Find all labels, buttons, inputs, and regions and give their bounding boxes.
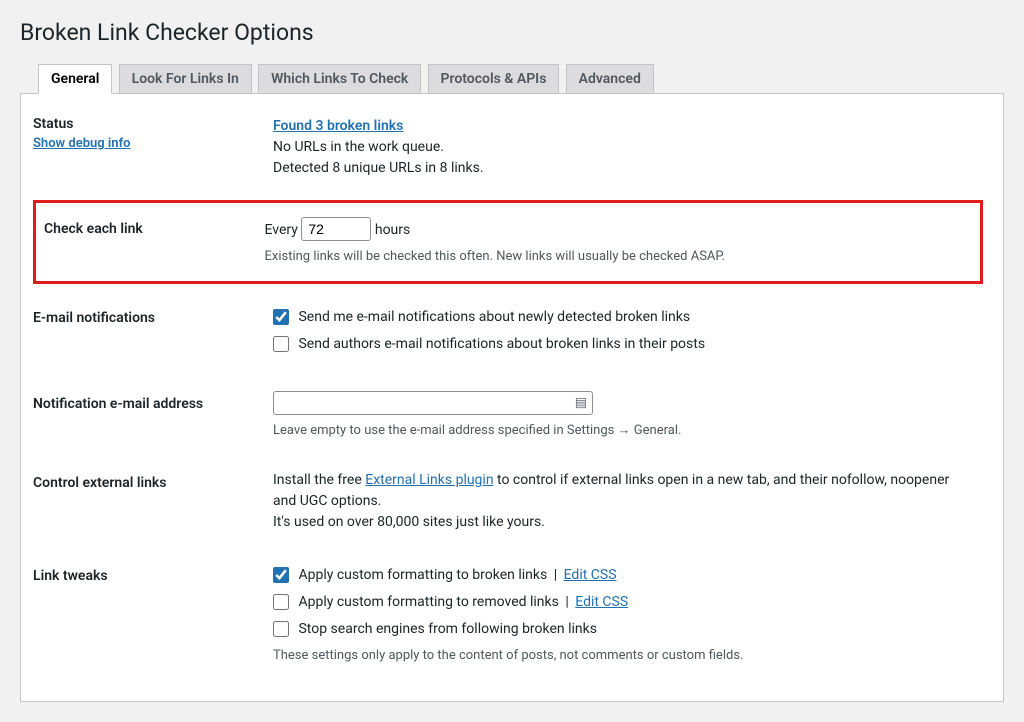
queue-status-text: No URLs in the work queue. (273, 139, 444, 155)
show-debug-info-link[interactable]: Show debug info (33, 136, 131, 151)
notification-email-input[interactable] (273, 391, 593, 415)
tab-protocols-apis[interactable]: Protocols & APIs (428, 64, 560, 93)
tab-which-links-to-check[interactable]: Which Links To Check (258, 64, 421, 93)
external-links-pre: Install the free (273, 472, 365, 488)
stop-search-engines-checkbox[interactable] (273, 621, 289, 637)
notify-authors-checkbox[interactable] (273, 336, 289, 352)
check-each-link-heading: Check each link (35, 202, 265, 283)
stop-search-engines-label: Stop search engines from following broke… (298, 621, 596, 637)
tab-content: Status Show debug info Found 3 broken li… (20, 94, 1004, 702)
notify-me-label: Send me e-mail notifications about newly… (298, 309, 690, 325)
link-tweaks-desc: These settings only apply to the content… (273, 646, 973, 666)
separator: | (554, 567, 557, 583)
tab-advanced[interactable]: Advanced (566, 64, 654, 93)
tab-bar: General Look For Links In Which Links To… (20, 64, 1004, 94)
broken-links-formatting-label: Apply custom formatting to broken links (298, 567, 547, 583)
notify-authors-label: Send authors e-mail notifications about … (298, 336, 705, 352)
link-tweaks-heading: Link tweaks (33, 548, 263, 681)
tab-general[interactable]: General (38, 64, 112, 94)
removed-links-formatting-label: Apply custom formatting to removed links (298, 594, 558, 610)
found-broken-links-link[interactable]: Found 3 broken links (273, 118, 403, 134)
notification-email-heading: Notification e-mail address (33, 376, 263, 456)
check-interval-prefix: Every (265, 222, 298, 238)
edit-css-removed-link[interactable]: Edit CSS (575, 594, 628, 610)
control-external-links-heading: Control external links (33, 455, 263, 548)
detected-urls-text: Detected 8 unique URLs in 8 links. (273, 160, 484, 176)
page-title: Broken Link Checker Options (20, 10, 1004, 50)
tab-look-for-links-in[interactable]: Look For Links In (119, 64, 252, 93)
status-heading: Status (33, 116, 73, 132)
broken-links-formatting-checkbox[interactable] (273, 567, 289, 583)
removed-links-formatting-checkbox[interactable] (273, 594, 289, 610)
check-interval-desc: Existing links will be checked this ofte… (265, 247, 971, 267)
email-notifications-heading: E-mail notifications (33, 290, 263, 376)
notify-me-checkbox[interactable] (273, 309, 289, 325)
external-links-plugin-link[interactable]: External Links plugin (365, 472, 493, 488)
check-interval-input[interactable] (301, 217, 371, 241)
notification-email-desc: Leave empty to use the e-mail address sp… (273, 421, 973, 441)
check-interval-suffix: hours (375, 222, 410, 238)
edit-css-broken-link[interactable]: Edit CSS (564, 567, 617, 583)
external-links-line2: It's used on over 80,000 sites just like… (273, 514, 545, 530)
separator: | (565, 594, 568, 610)
